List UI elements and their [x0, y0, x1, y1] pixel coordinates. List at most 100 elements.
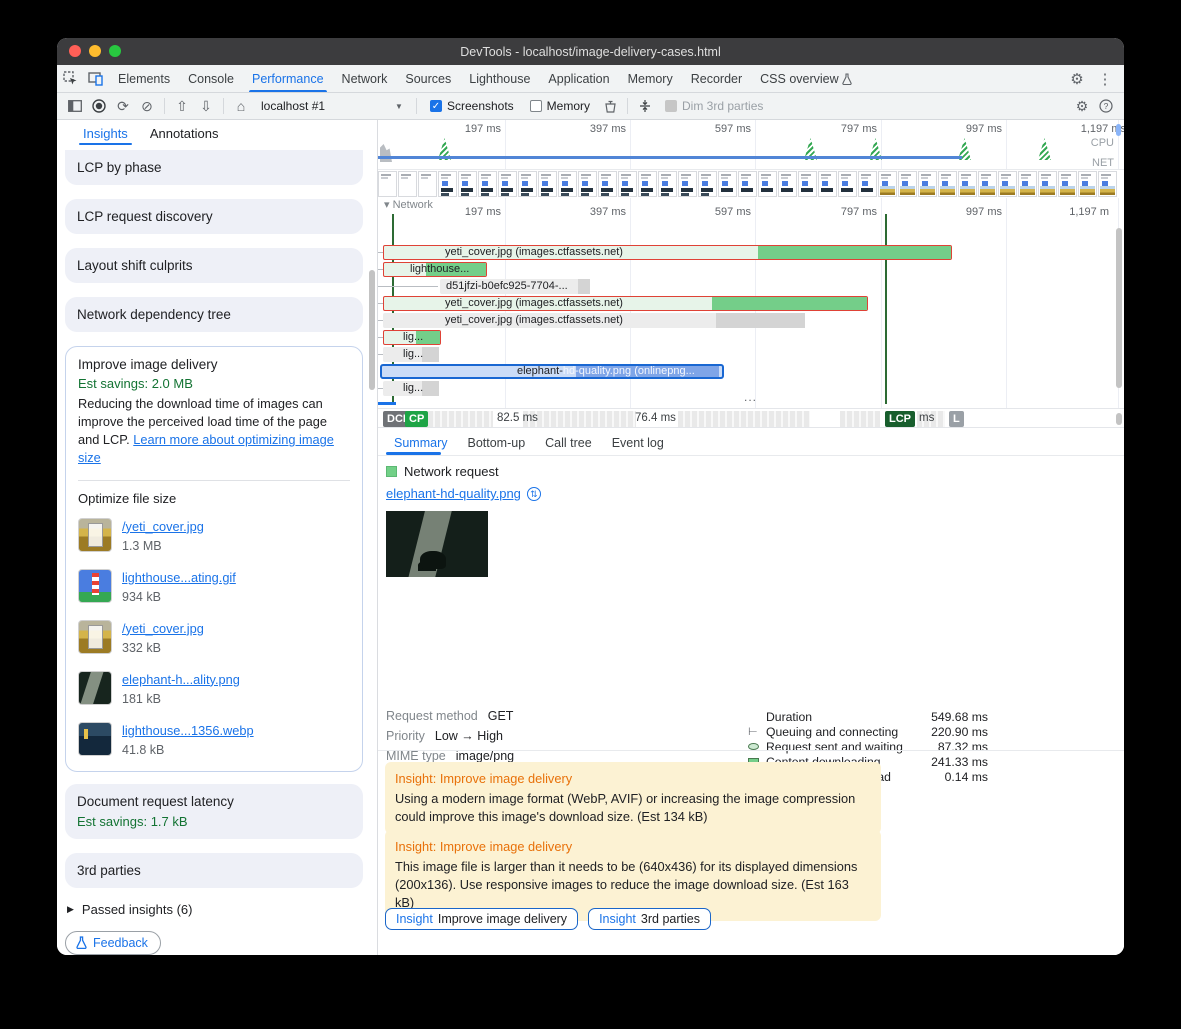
insight-3rd-parties-button[interactable]: Insight3rd parties — [588, 908, 711, 930]
network-track-label[interactable]: ▾ Network — [384, 198, 433, 211]
tab-network[interactable]: Network — [333, 65, 397, 92]
network-scrollbar[interactable] — [1116, 228, 1122, 388]
screenshot-frame[interactable] — [418, 171, 437, 197]
screenshot-frame[interactable] — [838, 171, 857, 197]
tab-event-log[interactable]: Event log — [604, 430, 672, 455]
tab-call-tree[interactable]: Call tree — [537, 430, 600, 455]
inspect-icon[interactable] — [57, 66, 83, 92]
request-url-link[interactable]: elephant-hd-quality.png — [386, 486, 521, 501]
screenshot-filmstrip[interactable] — [378, 171, 1124, 198]
screenshot-frame[interactable] — [598, 171, 617, 197]
tab-elements[interactable]: Elements — [109, 65, 179, 92]
screenshot-frame[interactable] — [1038, 171, 1057, 197]
screenshot-frame[interactable] — [898, 171, 917, 197]
screenshot-frame[interactable] — [758, 171, 777, 197]
sidebar-scrollbar[interactable] — [369, 270, 375, 390]
timeline-overview[interactable]: 197 ms 397 ms 597 ms 797 ms 997 ms 1,197… — [378, 120, 1124, 170]
passed-insights-toggle[interactable]: ▶ Passed insights (6) — [67, 902, 377, 917]
tab-annotations[interactable]: Annotations — [150, 126, 219, 145]
tab-recorder[interactable]: Recorder — [682, 65, 751, 92]
tab-performance[interactable]: Performance — [243, 65, 333, 92]
screenshot-frame[interactable] — [638, 171, 657, 197]
dim-3rd-parties-checkbox[interactable]: Dim 3rd parties — [665, 99, 763, 113]
file-link[interactable]: lighthouse...ating.gif — [122, 570, 236, 585]
capture-settings-gear-icon[interactable]: ⚙ — [1070, 94, 1094, 118]
screenshots-checkbox[interactable]: ✓ Screenshots — [430, 99, 514, 113]
network-request-row[interactable]: lighthouse... — [378, 262, 1124, 277]
screenshot-frame[interactable] — [738, 171, 757, 197]
tab-bottom-up[interactable]: Bottom-up — [459, 430, 533, 455]
record-icon[interactable] — [87, 94, 111, 118]
screenshot-frame[interactable] — [378, 171, 397, 197]
tab-application[interactable]: Application — [539, 65, 618, 92]
toggle-sidebar-icon[interactable] — [63, 94, 87, 118]
screenshot-frame[interactable] — [578, 171, 597, 197]
tab-memory[interactable]: Memory — [619, 65, 682, 92]
insight-card-3rd-parties[interactable]: 3rd parties — [65, 853, 363, 888]
screenshot-frame[interactable] — [938, 171, 957, 197]
screenshot-frame[interactable] — [1078, 171, 1097, 197]
network-request-row[interactable]: yeti_cover.jpg (images.ctfassets.net) — [378, 296, 1124, 311]
more-rows-ellipsis[interactable]: ... — [744, 390, 757, 404]
screenshot-frame[interactable] — [978, 171, 997, 197]
target-selector[interactable]: localhost #1 ▼ — [253, 99, 411, 113]
screenshot-frame[interactable] — [858, 171, 877, 197]
file-link[interactable]: /yeti_cover.jpg — [122, 519, 204, 534]
screenshot-frame[interactable] — [998, 171, 1017, 197]
insight-card-improve-image-delivery[interactable]: Improve image delivery Est savings: 2.0 … — [65, 346, 363, 772]
file-link[interactable]: /yeti_cover.jpg — [122, 621, 204, 636]
minimize-window-button[interactable] — [89, 45, 101, 57]
overview-scroll-thumb[interactable] — [1116, 124, 1121, 136]
screenshot-frame[interactable] — [398, 171, 417, 197]
screenshot-frame[interactable] — [458, 171, 477, 197]
screenshot-frame[interactable] — [818, 171, 837, 197]
screenshot-frame[interactable] — [498, 171, 517, 197]
screenshot-frame[interactable] — [558, 171, 577, 197]
screenshot-frame[interactable] — [678, 171, 697, 197]
download-profile-icon[interactable]: ⇩ — [194, 94, 218, 118]
file-link[interactable]: elephant-h...ality.png — [122, 672, 240, 687]
tab-lighthouse[interactable]: Lighthouse — [460, 65, 539, 92]
network-request-row[interactable]: yeti_cover.jpg (images.ctfassets.net) — [378, 245, 1124, 260]
tab-console[interactable]: Console — [179, 65, 243, 92]
feedback-button[interactable]: Feedback — [65, 931, 161, 955]
close-window-button[interactable] — [69, 45, 81, 57]
screenshot-frame[interactable] — [438, 171, 457, 197]
help-icon[interactable]: ? — [1094, 94, 1118, 118]
maximize-window-button[interactable] — [109, 45, 121, 57]
screenshot-frame[interactable] — [698, 171, 717, 197]
clear-icon[interactable]: ⊘ — [135, 94, 159, 118]
insight-card-lcp-request-discovery[interactable]: LCP request discovery — [65, 199, 363, 234]
screenshot-frame[interactable] — [1098, 171, 1117, 197]
insight-card-layout-shift[interactable]: Layout shift culprits — [65, 248, 363, 283]
screenshot-frame[interactable] — [478, 171, 497, 197]
screenshot-frame[interactable] — [878, 171, 897, 197]
screenshot-frame[interactable] — [778, 171, 797, 197]
reload-record-icon[interactable]: ⟳ — [111, 94, 135, 118]
screenshot-frame[interactable] — [718, 171, 737, 197]
timings-track[interactable]: DCL CP 82.5 ms 76.4 ms LCP ms L — [378, 408, 1124, 428]
upload-profile-icon[interactable]: ⇧ — [170, 94, 194, 118]
home-icon[interactable]: ⌂ — [229, 94, 253, 118]
screenshot-frame[interactable] — [1058, 171, 1077, 197]
tab-css-overview[interactable]: CSS overview — [751, 65, 861, 92]
screenshot-frame[interactable] — [958, 171, 977, 197]
device-toolbar-icon[interactable] — [83, 66, 109, 92]
network-request-row[interactable]: yeti_cover.jpg (images.ctfassets.net) — [378, 313, 1124, 328]
screenshot-frame[interactable] — [538, 171, 557, 197]
screenshot-frame[interactable] — [618, 171, 637, 197]
reveal-request-icon[interactable]: ⇅ — [527, 487, 541, 501]
lcp-badge[interactable]: LCP — [885, 411, 915, 427]
network-track[interactable]: ▾ Network 197 ms 397 ms 597 ms 797 ms 99… — [378, 198, 1124, 408]
screenshot-frame[interactable] — [518, 171, 537, 197]
gc-icon[interactable] — [598, 94, 622, 118]
collapse-icon[interactable] — [633, 94, 657, 118]
more-options-icon[interactable]: ⋮ — [1092, 66, 1118, 92]
insight-card-network-tree[interactable]: Network dependency tree — [65, 297, 363, 332]
memory-checkbox[interactable]: Memory — [530, 99, 590, 113]
screenshot-frame[interactable] — [918, 171, 937, 197]
screenshot-frame[interactable] — [658, 171, 677, 197]
tab-sources[interactable]: Sources — [396, 65, 460, 92]
network-request-row[interactable]: lig... — [378, 330, 1124, 345]
file-link[interactable]: lighthouse...1356.webp — [122, 723, 254, 738]
